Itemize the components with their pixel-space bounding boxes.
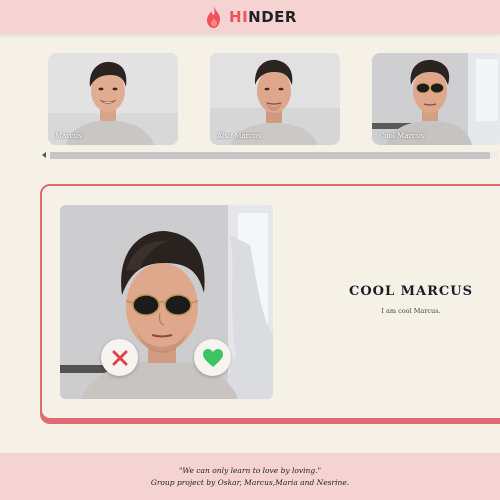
profile-photo — [60, 205, 273, 399]
logo[interactable]: HINDER — [203, 5, 297, 29]
brand-suffix: NDER — [248, 8, 297, 26]
thumb-caption: Marcus — [55, 132, 82, 140]
app-footer: "We can only learn to love by loving." G… — [0, 453, 500, 500]
heart-icon — [202, 348, 223, 367]
x-icon — [112, 350, 127, 365]
chevron-left-icon[interactable] — [42, 152, 46, 158]
thumb-caption: Cool Marcus — [379, 132, 424, 140]
footer-credits: Group project by Oskar, Marcus,Maria and… — [150, 478, 350, 487]
footer-quote: "We can only learn to love by loving." — [178, 466, 322, 475]
profile-carousel: Marcus Also Marcus Cool Marcus — [40, 50, 500, 166]
flame-icon — [207, 6, 221, 28]
reject-button[interactable] — [101, 339, 138, 376]
carousel-scrollbar[interactable] — [42, 151, 498, 160]
profile-name: COOL MARCUS — [348, 284, 473, 299]
brand-name: HINDER — [229, 8, 297, 26]
profile-thumb[interactable]: Also Marcus — [210, 53, 340, 145]
scrollbar-thumb[interactable] — [50, 152, 490, 159]
profile-bio: I am cool Marcus. — [381, 307, 441, 315]
profile-main-photo — [60, 205, 273, 399]
like-button[interactable] — [194, 339, 231, 376]
scrollbar-track[interactable] — [50, 152, 498, 159]
app-header: HINDER — [0, 0, 500, 34]
profile-thumb[interactable]: Marcus — [48, 53, 178, 145]
thumb-caption: Also Marcus — [217, 132, 262, 140]
profile-card: COOL MARCUS I am cool Marcus. — [40, 184, 500, 420]
brand-prefix: HI — [229, 8, 249, 26]
profile-thumb[interactable]: Cool Marcus — [372, 53, 500, 145]
